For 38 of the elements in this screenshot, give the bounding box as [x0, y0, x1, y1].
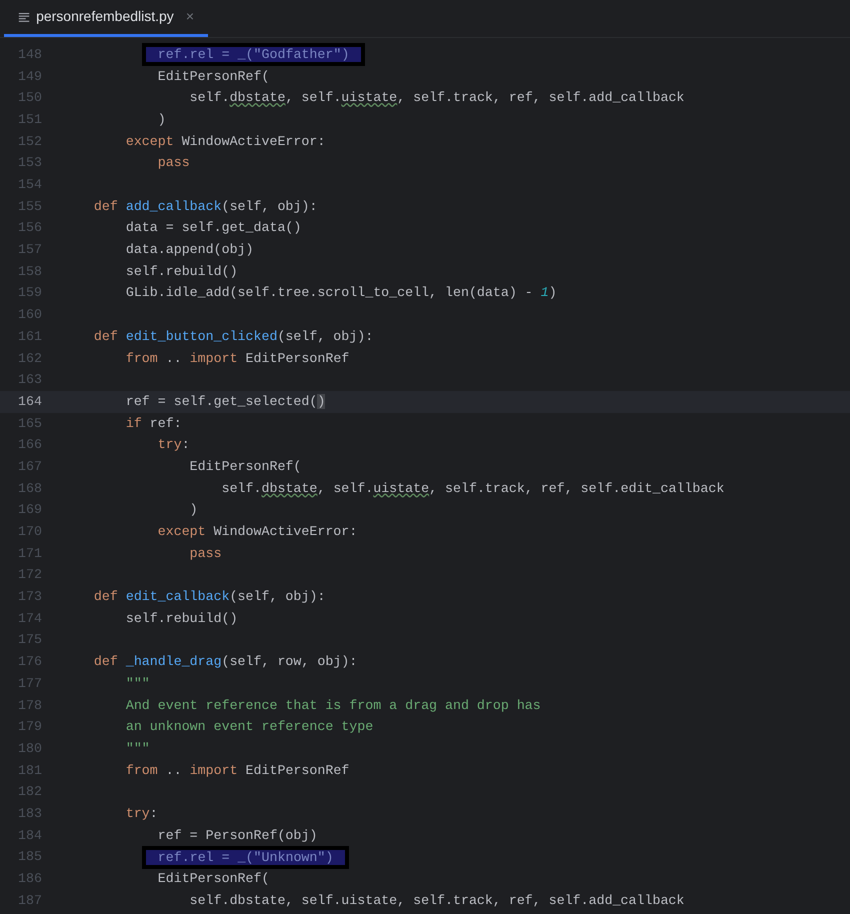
code-text: data = self.get_data(): [124, 219, 302, 238]
code-text: except WindowActiveError:: [156, 523, 358, 541]
code-text: ): [188, 501, 198, 520]
file-tab[interactable]: personrefembedlist.py ×: [4, 0, 208, 37]
code-text: an unknown event reference type: [124, 718, 374, 736]
code-text: EditPersonRef(: [156, 870, 270, 888]
code-text: And event reference that is from a drag and drop has: [124, 696, 541, 714]
code-text: """: [124, 740, 150, 758]
code-text: if ref:: [124, 414, 182, 433]
tab-label: personrefembedlist.py: [36, 7, 174, 26]
code-text: pass: [156, 154, 190, 172]
code-text: def add_callback(self, obj):: [92, 198, 318, 216]
code-text: def _handle_drag(self, row, obj):: [92, 653, 358, 672]
code-text: ref = PersonRef(obj): [156, 826, 318, 845]
highlighted-code: ref.rel = _("Godfather"): [142, 43, 366, 66]
code-text: from .. import EditPersonRef: [124, 350, 350, 368]
code-text: ): [156, 110, 166, 129]
code-text: data.append(obj): [124, 241, 254, 260]
code-text: EditPersonRef(: [188, 458, 302, 476]
menu-icon: [18, 10, 30, 22]
code-text: def edit_callback(self, obj):: [92, 588, 326, 606]
code-text: self.dbstate, self.uistate, self.track, ref, self.add_callback: [188, 892, 684, 910]
code-text: GLib.idle_add(self.tree.scroll_to_cell, len(data) - 1): [124, 284, 557, 302]
code-text: pass: [188, 544, 222, 563]
code-text: try:: [156, 436, 190, 454]
line-number: 164: [17, 392, 42, 411]
code-text: self.dbstate, self.uistate, self.track, ref, self.add_callback: [188, 89, 684, 108]
code-text: except WindowActiveError:: [124, 132, 326, 151]
highlighted-code: ref.rel = _("Unknown"): [142, 846, 350, 869]
code-text: self.rebuild(): [124, 262, 238, 281]
code-text: self.rebuild(): [124, 610, 238, 628]
code-text: ref = self.get_selected(): [124, 392, 326, 411]
code-text: try:: [124, 804, 158, 823]
code-text: """: [124, 674, 150, 693]
code-text: self.dbstate, self.uistate, self.track, ref, self.edit_callback: [220, 480, 724, 498]
code-text: def edit_button_clicked(self, obj):: [92, 328, 374, 346]
code-text: from .. import EditPersonRef: [124, 762, 350, 780]
code-text: EditPersonRef(: [156, 68, 270, 86]
